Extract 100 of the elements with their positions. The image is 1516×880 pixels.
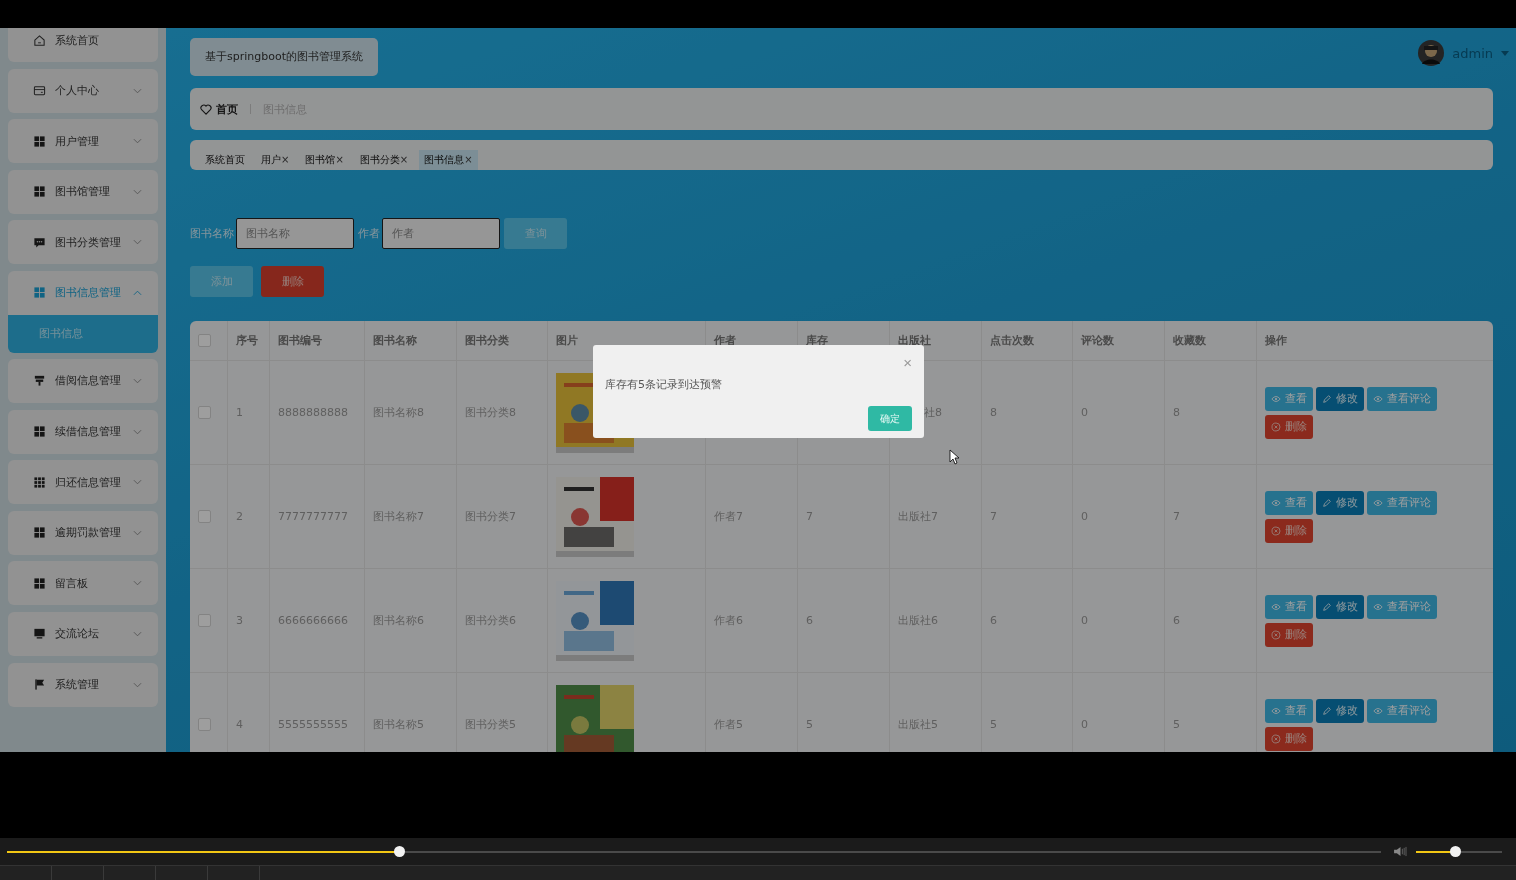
action-button[interactable]: 查看: [1265, 594, 1313, 619]
heart-icon: [200, 103, 212, 115]
table-cell: 作者6: [714, 613, 743, 628]
menu-item[interactable]: 交流论坛: [8, 611, 158, 656]
menu-item[interactable]: 图书信息管理: [8, 270, 158, 315]
table-cell: 1: [236, 406, 243, 419]
menu-item[interactable]: 用户管理: [8, 119, 158, 164]
column-header: 收藏数: [1173, 333, 1206, 348]
menu-item[interactable]: 归还信息管理: [8, 460, 158, 505]
close-circle-icon: [1271, 525, 1281, 536]
pencil-icon: [1322, 497, 1332, 508]
action-button[interactable]: 修改: [1316, 490, 1364, 515]
chevron-icon: [133, 630, 142, 637]
chevron-icon: [133, 239, 142, 246]
action-button[interactable]: 查看评论: [1367, 386, 1437, 411]
action-button[interactable]: 查看评论: [1367, 594, 1437, 619]
eye-icon: [1373, 393, 1383, 404]
field-label: 图书名称: [190, 226, 234, 241]
menu-item[interactable]: 留言板: [8, 561, 158, 606]
table-cell: 5: [806, 718, 813, 731]
tab[interactable]: 用户×: [256, 150, 295, 170]
avatar-icon[interactable]: [1418, 40, 1445, 66]
checkbox[interactable]: [198, 334, 211, 347]
action-button[interactable]: 查看评论: [1367, 490, 1437, 515]
field-label: 作者: [358, 226, 380, 241]
grid-icon: [33, 134, 46, 148]
action-button[interactable]: 查看: [1265, 386, 1313, 411]
table-cell: 4: [236, 718, 243, 731]
dialog-message: 库存有5条记录到达预警: [605, 377, 723, 392]
action-button[interactable]: 删除: [1265, 518, 1313, 543]
chevron-icon: [133, 428, 142, 435]
eye-icon: [1373, 497, 1383, 508]
card-icon: [33, 84, 46, 98]
table-cell: 8: [1173, 406, 1180, 419]
delete-button[interactable]: 删除: [261, 266, 324, 297]
eye-icon: [1271, 705, 1281, 716]
table-cell: 0: [1081, 614, 1088, 627]
tab[interactable]: 图书馆×: [300, 150, 349, 170]
table-cell: 作者7: [714, 509, 743, 524]
submenu-item[interactable]: 图书信息: [8, 314, 158, 353]
input-field[interactable]: 图书名称: [236, 218, 354, 249]
close-button[interactable]: ×: [903, 355, 912, 371]
column-header: 图书分类: [465, 333, 509, 348]
menu-item[interactable]: 图书分类管理: [8, 220, 158, 265]
action-button[interactable]: 修改: [1316, 594, 1364, 619]
grid-icon: [33, 185, 46, 199]
checkbox[interactable]: [198, 510, 211, 523]
table-cell: 8888888888: [278, 406, 348, 419]
column-header: 点击次数: [990, 333, 1034, 348]
menu-item[interactable]: 借阅信息管理: [8, 358, 158, 403]
action-button[interactable]: 删除: [1265, 414, 1313, 439]
table-cell: 7777777777: [278, 510, 348, 523]
breadcrumb-link[interactable]: 首页: [216, 101, 238, 117]
menu-item[interactable]: 图书馆管理: [8, 169, 158, 214]
input-field[interactable]: 作者: [382, 218, 500, 249]
tab[interactable]: 图书信息×: [419, 150, 478, 170]
checkbox[interactable]: [198, 718, 211, 731]
table-cell: 6666666666: [278, 614, 348, 627]
action-button[interactable]: 删除: [1265, 622, 1313, 647]
column-header: 作者: [714, 333, 736, 348]
action-button[interactable]: 修改: [1316, 698, 1364, 723]
table-cell: 6: [806, 614, 813, 627]
menu-item[interactable]: 系统首页: [8, 28, 158, 62]
confirm-button[interactable]: 确定: [868, 406, 912, 431]
column-header: 评论数: [1081, 333, 1114, 348]
checkbox[interactable]: [198, 614, 211, 627]
action-button[interactable]: 查看: [1265, 698, 1313, 723]
action-button[interactable]: 删除: [1265, 726, 1313, 751]
action-button[interactable]: 查看: [1265, 490, 1313, 515]
menu-item[interactable]: 逾期罚款管理: [8, 510, 158, 555]
pencil-icon: [1322, 601, 1332, 612]
menu-item[interactable]: 续借信息管理: [8, 409, 158, 454]
chevron-icon: [133, 377, 142, 384]
table-cell: 0: [1081, 718, 1088, 731]
chevron-icon: [133, 681, 142, 688]
tab[interactable]: 图书分类×: [354, 150, 414, 170]
table-cell: 7: [806, 510, 813, 523]
slider-thumb[interactable]: [393, 845, 405, 857]
action-button[interactable]: 查看评论: [1367, 698, 1437, 723]
chevron-icon: [133, 138, 142, 145]
slider-thumb[interactable]: [1449, 845, 1461, 857]
table-cell: 6: [990, 614, 997, 627]
close-circle-icon: [1271, 629, 1281, 640]
table-cell: 5: [990, 718, 997, 731]
table-cell: 7: [990, 510, 997, 523]
column-header: 库存: [806, 333, 828, 348]
action-button[interactable]: 修改: [1316, 386, 1364, 411]
table-cell: 5555555555: [278, 718, 348, 731]
menu-item[interactable]: 系统管理: [8, 662, 158, 707]
column-header: 序号: [236, 333, 258, 348]
tab[interactable]: 系统首页: [200, 150, 250, 170]
volume-icon[interactable]: [1393, 846, 1408, 857]
table-cell: 5: [1173, 718, 1180, 731]
menu-item[interactable]: 个人中心: [8, 68, 158, 113]
grid-icon: [33, 576, 46, 590]
checkbox[interactable]: [198, 406, 211, 419]
grid-icon: [33, 425, 46, 439]
chevron-icon: [133, 289, 142, 296]
eye-icon: [1373, 705, 1383, 716]
column-header: 图书名称: [373, 333, 417, 348]
